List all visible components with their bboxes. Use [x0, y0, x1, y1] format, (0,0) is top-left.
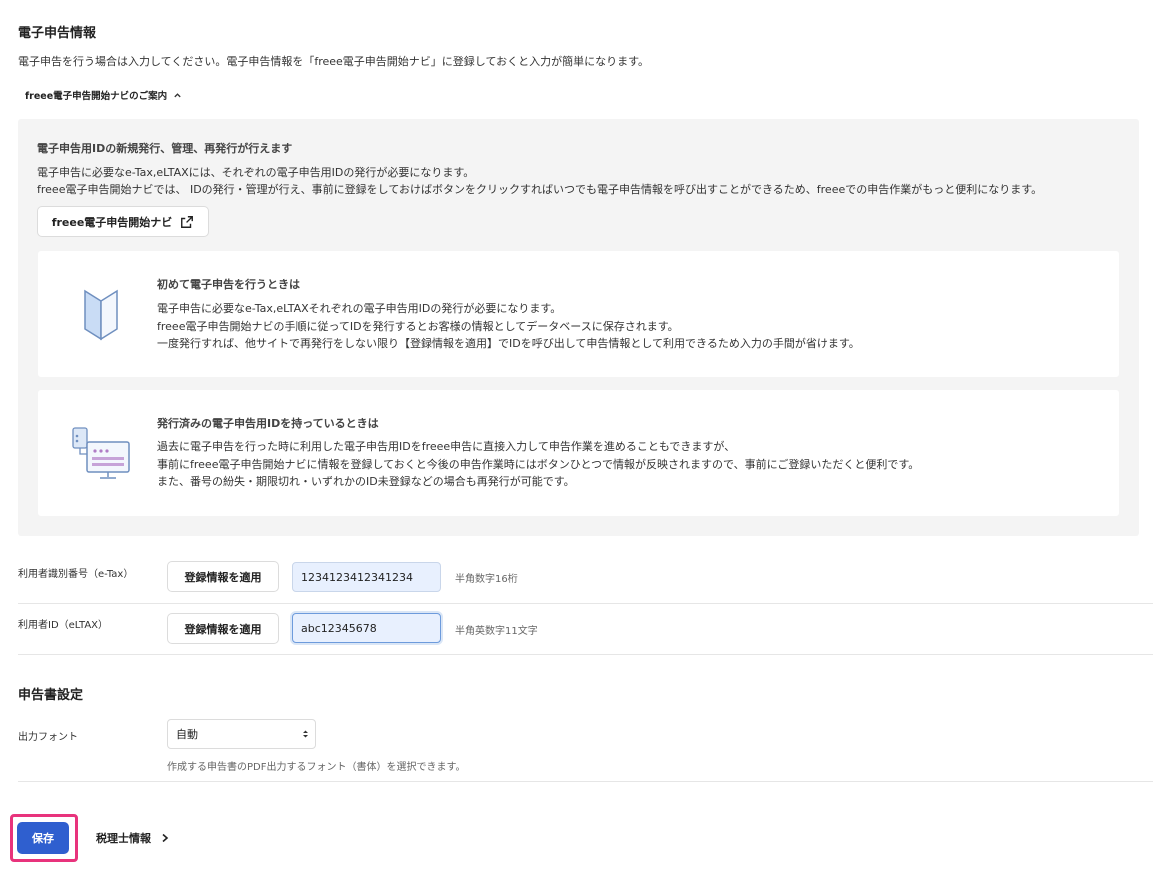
next-link-label: 税理士情報 [96, 832, 151, 845]
navi-guide-toggle-label: freee電子申告開始ナビのご案内 [25, 91, 168, 102]
output-font-selected: 自動 [176, 728, 198, 741]
info-card-existing-id: 発行済みの電子申告用IDを持っているときは 過去に電子申告を行った時に利用した電… [38, 390, 1119, 516]
etax-apply-button[interactable]: 登録情報を適用 [167, 561, 279, 592]
etax-hint: 半角数字16桁 [455, 574, 518, 585]
etax-id-input[interactable] [292, 562, 441, 592]
select-arrows-icon [303, 730, 308, 738]
section-title-form-settings: 申告書設定 [18, 688, 84, 703]
row-divider [18, 781, 1153, 782]
etax-label: 利用者識別番号（e-Tax） [18, 569, 134, 580]
row-divider [18, 603, 1153, 604]
card-title: 初めて電子申告を行うときは [157, 278, 300, 291]
card-text-line3: また、番号の紛失・期限切れ・いずれかのID未登録などの場合も再発行が可能です。 [157, 475, 575, 488]
guide-text-line1: 電子申告に必要なe-Tax,eLTAXには、それぞれの電子申告用IDの発行が必要… [37, 166, 475, 179]
card-title: 発行済みの電子申告用IDを持っているときは [157, 417, 379, 430]
info-card-first-time: 初めて電子申告を行うときは 電子申告に必要なe-Tax,eLTAXそれぞれの電子… [38, 251, 1119, 377]
card-text-line3: 一度発行すれば、他サイトで再発行をしない限り【登録情報を適用】でIDを呼び出して… [157, 337, 860, 350]
section-title-e-filing: 電子申告情報 [18, 26, 97, 41]
card-text-line2: 事前にfreee電子申告開始ナビに情報を登録しておくと今後の申告作業時にはボタン… [157, 458, 920, 471]
eltax-hint: 半角英数字11文字 [455, 626, 538, 637]
eltax-id-input[interactable] [292, 613, 441, 643]
next-tax-accountant-link[interactable]: 税理士情報 [96, 830, 169, 846]
guide-heading: 電子申告用IDの新規発行、管理、再発行が行えます [37, 142, 293, 155]
card-text-line1: 電子申告に必要なe-Tax,eLTAXそれぞれの電子申告用IDの発行が必要になり… [157, 302, 562, 315]
save-button[interactable]: 保存 [17, 822, 69, 854]
card-text-line2: freee電子申告開始ナビの手順に従ってIDを発行するとお客様の情報としてデータ… [157, 320, 679, 333]
navi-link-button-label: freee電子申告開始ナビ [51, 215, 173, 229]
eltax-label: 利用者ID（eLTAX） [18, 620, 109, 631]
monitor-id-icon [72, 427, 130, 479]
chevron-right-icon [162, 833, 169, 843]
section-description: 電子申告を行う場合は入力してください。電子申告情報を「freee電子申告開始ナビ… [18, 55, 650, 68]
eltax-apply-button[interactable]: 登録情報を適用 [167, 613, 279, 644]
external-link-icon [181, 215, 194, 228]
navi-guide-toggle[interactable]: freee電子申告開始ナビのご案内 [25, 88, 182, 102]
output-font-label: 出力フォント [18, 732, 78, 743]
navi-guide-panel: 電子申告用IDの新規発行、管理、再発行が行えます 電子申告に必要なe-Tax,e… [18, 119, 1139, 536]
output-font-hint: 作成する申告書のPDF出力するフォント（書体）を選択できます。 [167, 762, 466, 773]
guide-text-line2: freee電子申告開始ナビでは、 IDの発行・管理が行え、事前に登録をしておけば… [37, 183, 1043, 196]
row-divider [18, 654, 1153, 655]
output-font-select[interactable]: 自動 [167, 719, 316, 749]
chevron-up-icon [174, 92, 181, 97]
navi-link-button[interactable]: freee電子申告開始ナビ [37, 206, 209, 237]
beginner-mark-icon [84, 289, 118, 341]
card-text-line1: 過去に電子申告を行った時に利用した電子申告用IDをfreee申告に直接入力して申… [157, 440, 736, 453]
